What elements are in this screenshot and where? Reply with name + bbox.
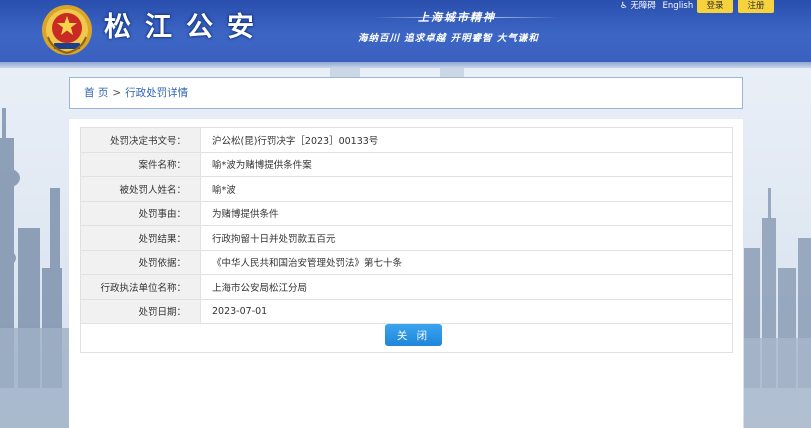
row-label: 案件名称： — [80, 151, 201, 177]
close-button-row: 关 闭 — [80, 321, 733, 353]
row-value: 上海市公安局松江分局 — [200, 274, 733, 300]
row-label: 处罚依据： — [80, 249, 201, 275]
table-row: 处罚决定书文号： 沪公松(昆)行罚决字［2023］00133号 — [80, 127, 733, 153]
english-link[interactable]: English — [663, 1, 694, 11]
row-value: 喻*波 — [200, 176, 733, 202]
breadcrumb-home-link[interactable]: 首 页 — [84, 87, 108, 99]
table-row: 行政执法单位名称： 上海市公安局松江分局 — [80, 274, 733, 300]
register-button[interactable]: 注册 — [738, 0, 774, 13]
site-header: 松江公安 上海城市精神 海纳百川 追求卓越 开明睿智 大气谦和 ♿ 无障碍 En… — [0, 0, 811, 62]
header-divider — [0, 62, 811, 68]
table-row: 处罚日期： 2023-07-01 — [80, 298, 733, 324]
police-emblem-icon — [42, 5, 92, 55]
login-button[interactable]: 登录 — [697, 0, 733, 13]
detail-panel: 处罚决定书文号： 沪公松(昆)行罚决字［2023］00133号 案件名称： 喻*… — [69, 119, 743, 428]
slogan-subtitle: 海纳百川 追求卓越 开明睿智 大气谦和 — [358, 33, 539, 44]
row-value: 喻*波为赌博提供条件案 — [200, 151, 733, 177]
table-row: 处罚结果： 行政拘留十日并处罚款五百元 — [80, 225, 733, 251]
breadcrumb-separator: > — [112, 87, 122, 99]
row-label: 处罚日期： — [80, 298, 201, 324]
row-label: 被处罚人姓名： — [80, 176, 201, 202]
row-value: 2023-07-01 — [200, 298, 733, 324]
breadcrumb-current: 行政处罚详情 — [125, 87, 189, 99]
row-label: 处罚决定书文号： — [80, 127, 201, 153]
site-title: 松江公安 — [104, 12, 268, 43]
accessibility-icon[interactable]: ♿ — [620, 1, 628, 11]
slogan-title: 上海城市精神 — [418, 11, 496, 24]
row-value: 《中华人民共和国治安管理处罚法》第七十条 — [200, 249, 733, 275]
row-label: 处罚结果： — [80, 225, 201, 251]
row-value: 行政拘留十日并处罚款五百元 — [200, 225, 733, 251]
row-value: 沪公松(昆)行罚决字［2023］00133号 — [200, 127, 733, 153]
row-value: 为赌博提供条件 — [200, 200, 733, 226]
close-button[interactable]: 关 闭 — [385, 324, 442, 346]
header-links: ♿ 无障碍 English — [620, 0, 693, 12]
breadcrumb: 首 页 > 行政处罚详情 — [69, 77, 743, 109]
table-row: 处罚事由： 为赌博提供条件 — [80, 200, 733, 226]
table-row: 处罚依据： 《中华人民共和国治安管理处罚法》第七十条 — [80, 249, 733, 275]
table-row: 被处罚人姓名： 喻*波 — [80, 176, 733, 202]
table-row: 案件名称： 喻*波为赌博提供条件案 — [80, 151, 733, 177]
row-label: 处罚事由： — [80, 200, 201, 226]
accessibility-link[interactable]: 无障碍 — [630, 1, 656, 11]
penalty-detail-table: 处罚决定书文号： 沪公松(昆)行罚决字［2023］00133号 案件名称： 喻*… — [80, 127, 733, 324]
row-label: 行政执法单位名称： — [80, 274, 201, 300]
